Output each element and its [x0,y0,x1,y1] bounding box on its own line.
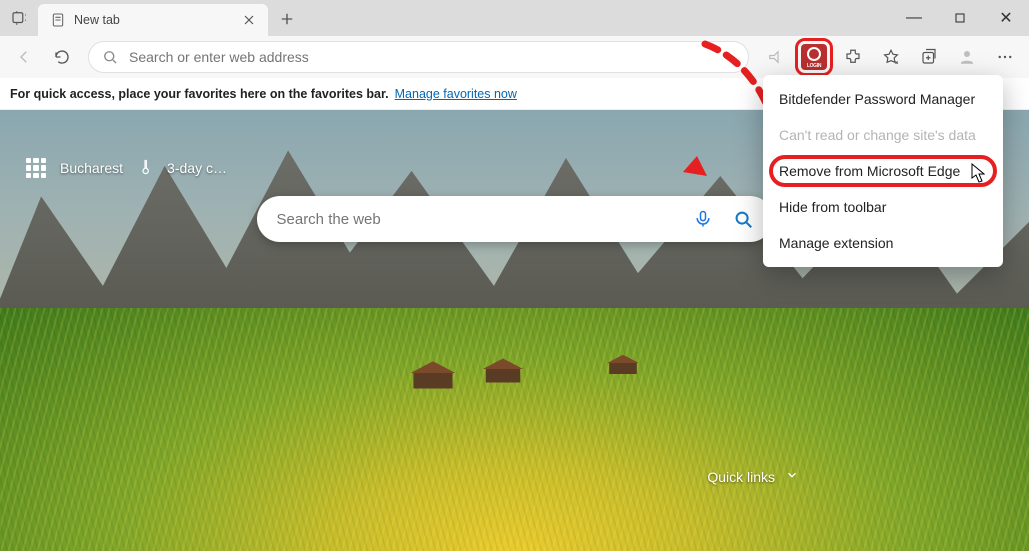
tab-title: New tab [74,13,232,27]
tab-actions-button[interactable] [0,0,38,36]
refresh-button[interactable] [44,39,80,75]
extension-icon-label: LOGIN [807,63,821,69]
context-menu-remove-label: Remove from Microsoft Edge [779,163,960,179]
tab-close-button[interactable] [240,11,258,29]
chevron-down-icon [785,468,799,485]
context-menu-title: Bitdefender Password Manager [763,81,1003,117]
extension-highlight: LOGIN [795,38,833,76]
page-icon [50,12,66,28]
info-row: Bucharest 3-day c… [26,158,227,178]
profile-button[interactable] [949,39,985,75]
apps-launcher-icon[interactable] [26,158,46,178]
favorites-hint: For quick access, place your favorites h… [10,87,389,101]
address-input[interactable] [129,49,736,65]
thermometer-icon [137,159,153,178]
web-search-input[interactable] [277,211,683,228]
voice-search-button[interactable] [683,199,723,239]
web-search-button[interactable] [723,199,763,239]
bitdefender-extension-icon: LOGIN [801,44,827,70]
close-icon: ✕ [999,8,1012,28]
context-menu-hide[interactable]: Hide from toolbar [763,189,1003,225]
search-icon [101,48,119,66]
context-menu-manage[interactable]: Manage extension [763,225,1003,261]
address-bar[interactable] [88,41,749,73]
window-controls: — ✕ [891,0,1029,36]
toolbar: LOGIN [0,36,1029,78]
manage-favorites-link[interactable]: Manage favorites now [395,87,517,101]
titlebar: New tab — ✕ [0,0,1029,36]
location-label[interactable]: Bucharest [60,160,123,176]
quick-links-label: Quick links [707,469,775,485]
context-menu-remove[interactable]: Remove from Microsoft Edge [763,153,1003,189]
extensions-button[interactable] [835,39,871,75]
more-button[interactable] [987,39,1023,75]
quick-links-toggle[interactable]: Quick links [707,468,799,485]
favorites-button[interactable] [873,39,909,75]
collections-button[interactable] [911,39,947,75]
browser-tab[interactable]: New tab [38,4,268,36]
extension-context-menu: Bitdefender Password Manager Can't read … [763,75,1003,267]
window-maximize-button[interactable] [937,0,983,36]
context-menu-cant-read: Can't read or change site's data [763,117,1003,153]
bitdefender-extension-button[interactable]: LOGIN [799,42,829,72]
cursor-icon [971,163,985,183]
window-minimize-button[interactable]: — [891,0,937,36]
web-search-box[interactable] [257,196,773,242]
window-close-button[interactable]: ✕ [983,0,1029,36]
minimize-icon: — [906,9,922,27]
forecast-label[interactable]: 3-day c… [167,160,227,176]
new-tab-button[interactable] [272,4,302,34]
back-button[interactable] [6,39,42,75]
